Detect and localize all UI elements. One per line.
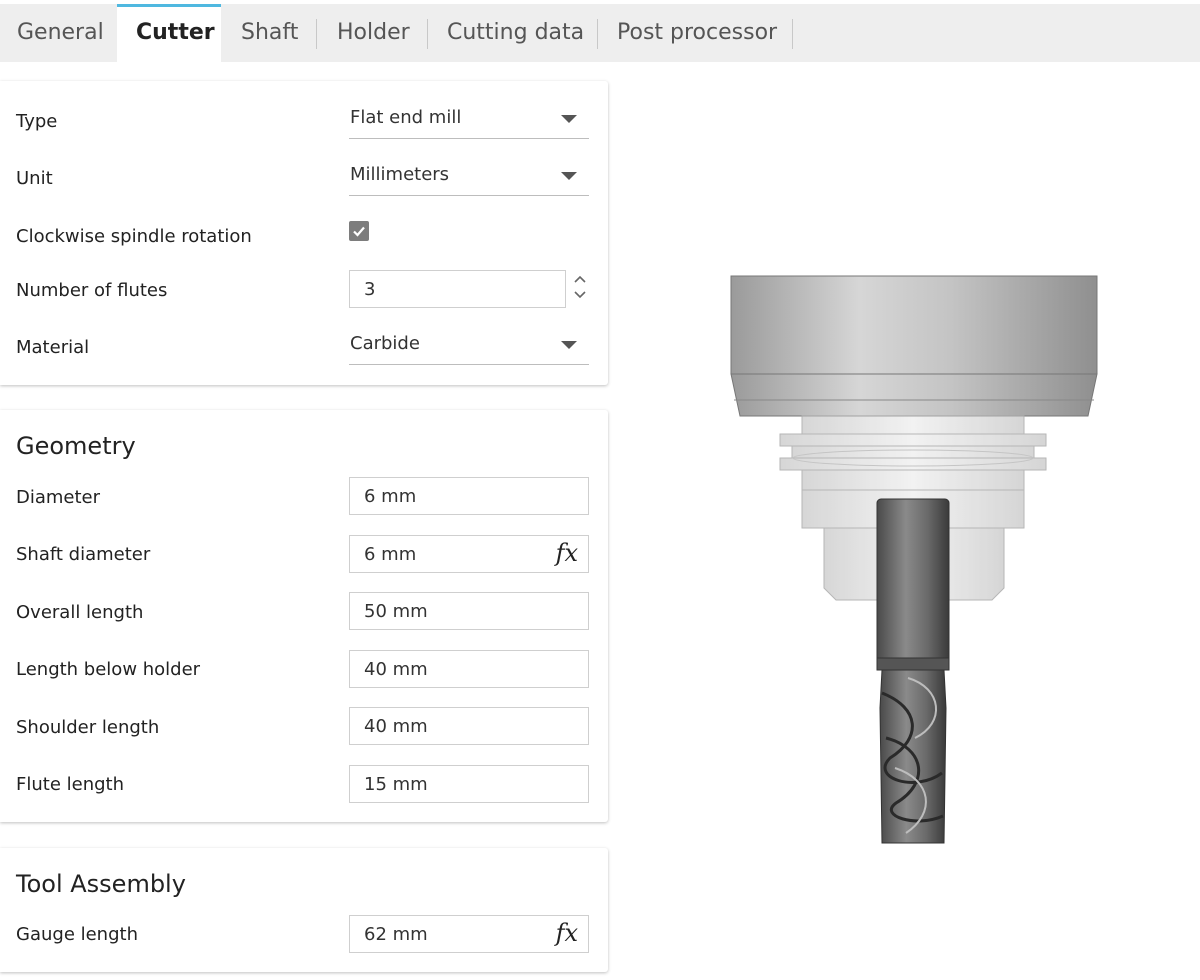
material-select[interactable]: Carbide (349, 331, 589, 365)
formula-icon[interactable]: fx (556, 539, 578, 567)
flutes-input[interactable]: 3 (349, 270, 566, 308)
gauge-length-label: Gauge length (16, 924, 138, 945)
caret-down-icon (561, 115, 577, 123)
geometry-title: Geometry (16, 432, 136, 460)
shaft-diameter-value: 6 mm (364, 544, 417, 565)
caret-down-icon (561, 341, 577, 349)
type-select[interactable]: Flat end mill (349, 105, 589, 139)
up-down-stepper-icon[interactable] (572, 272, 588, 306)
tool-preview-image (730, 275, 1098, 844)
overall-length-value: 50 mm (364, 601, 428, 622)
flute-length-input[interactable]: 15 mm (349, 765, 589, 803)
length-below-holder-input[interactable]: 40 mm (349, 650, 589, 688)
unit-select[interactable]: Millimeters (349, 162, 589, 196)
unit-value: Millimeters (350, 164, 450, 185)
tab-holder[interactable]: Holder (337, 4, 410, 62)
tool-assembly-title: Tool Assembly (16, 870, 186, 898)
tab-cutter[interactable]: Cutter (117, 4, 221, 62)
tool-flutes (879, 669, 947, 844)
material-value: Carbide (350, 333, 420, 354)
tool-shank (876, 498, 950, 671)
shoulder-length-input[interactable]: 40 mm (349, 707, 589, 745)
tool-assembly-panel: Tool Assembly Gauge length 62 mm fx (0, 848, 608, 972)
shaft-diameter-label: Shaft diameter (16, 544, 151, 565)
gauge-length-input[interactable]: 62 mm fx (349, 915, 589, 953)
diameter-input[interactable]: 6 mm (349, 477, 589, 515)
tab-general[interactable]: General (17, 4, 104, 62)
flutes-label: Number of flutes (16, 280, 168, 301)
tab-divider (316, 19, 317, 49)
tab-shaft[interactable]: Shaft (241, 4, 298, 62)
clockwise-label: Clockwise spindle rotation (16, 226, 252, 247)
overall-length-label: Overall length (16, 602, 144, 623)
tab-cutting-data[interactable]: Cutting data (447, 4, 584, 62)
formula-icon[interactable]: fx (556, 919, 578, 947)
tab-divider (597, 19, 598, 49)
material-label: Material (16, 337, 90, 358)
shoulder-length-label: Shoulder length (16, 717, 160, 738)
shaft-diameter-input[interactable]: 6 mm fx (349, 535, 589, 573)
flutes-value: 3 (364, 279, 376, 300)
length-below-holder-label: Length below holder (16, 659, 201, 680)
tool-holder (730, 275, 1098, 417)
diameter-value: 6 mm (364, 486, 417, 507)
gauge-length-value: 62 mm (364, 924, 428, 945)
type-value: Flat end mill (350, 107, 462, 128)
overall-length-input[interactable]: 50 mm (349, 592, 589, 630)
geometry-panel: Geometry Diameter 6 mm Shaft diameter 6 … (0, 410, 608, 822)
checkmark-icon (353, 226, 365, 237)
flute-length-value: 15 mm (364, 774, 428, 795)
length-below-holder-value: 40 mm (364, 659, 428, 680)
caret-down-icon (561, 172, 577, 180)
flute-length-label: Flute length (16, 774, 124, 795)
type-label: Type (16, 111, 58, 132)
shoulder-length-value: 40 mm (364, 716, 428, 737)
clockwise-checkbox[interactable] (349, 221, 369, 241)
tab-divider (792, 19, 793, 49)
cutter-panel: Type Flat end mill Unit Millimeters Cloc… (0, 81, 608, 385)
tab-post-processor[interactable]: Post processor (617, 4, 777, 62)
tab-divider (427, 19, 428, 49)
tab-bar: General Cutter Shaft Holder Cutting data… (0, 4, 1200, 62)
diameter-label: Diameter (16, 487, 101, 508)
unit-label: Unit (16, 168, 53, 189)
